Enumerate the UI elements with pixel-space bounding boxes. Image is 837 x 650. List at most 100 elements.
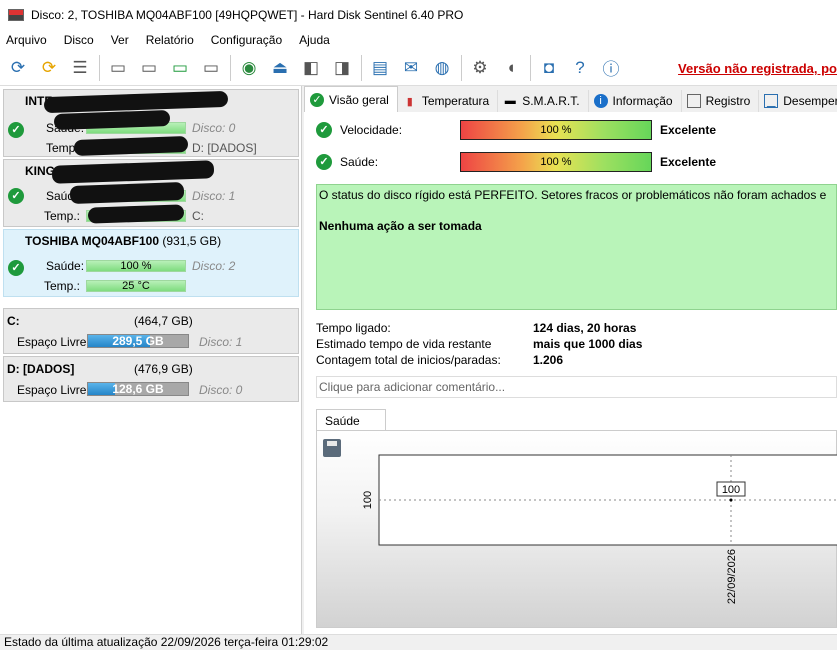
x-tick-label: 22/09/2026 — [726, 549, 738, 604]
status-text: O status do disco rígido está PERFEITO. … — [319, 188, 827, 202]
temp-bar: 25 °C — [86, 280, 186, 292]
disk-search-icon[interactable]: ▭ — [198, 55, 224, 81]
toolbar-separator — [530, 54, 531, 81]
speed-row: ✓ Velocidade: 100 % Excelente — [316, 120, 837, 140]
volume-size: (476,9 GB) — [134, 362, 193, 376]
performance-icon: ▁ — [764, 94, 779, 108]
health-bar: 100 % — [86, 260, 186, 272]
info-value: mais que 1000 dias — [533, 337, 643, 351]
speed-label: Velocidade: — [340, 123, 403, 137]
help-icon[interactable]: ? — [567, 55, 593, 81]
health-label: Saúde: — [340, 155, 379, 169]
data-point — [729, 498, 733, 502]
check-icon: ✓ — [310, 92, 324, 107]
tab-overview[interactable]: ✓ Visão geral — [304, 86, 398, 112]
mail-icon[interactable]: ✉ — [398, 55, 424, 81]
tab-performance[interactable]: ▁ Desemper — [759, 90, 837, 112]
volume-d[interactable]: D: [DADOS] (476,9 GB) Espaço Livre 128,6… — [3, 356, 299, 402]
info-row-power-on: Tempo ligado: 124 dias, 20 horas — [316, 321, 837, 337]
eject-icon[interactable]: ⏏ — [267, 55, 293, 81]
network-disk-icon[interactable]: ◉ — [236, 55, 262, 81]
drive-icon[interactable]: ◧ — [298, 55, 324, 81]
network-icon[interactable]: ◍ — [429, 55, 455, 81]
check-icon: ✓ — [316, 122, 332, 138]
health-meter: 100 % — [460, 152, 652, 172]
disk-list-panel: INTE ✓ Saúde: Disco: 0 Temp.: D: [DADOS]… — [0, 86, 302, 634]
window-title: Disco: 2, TOSHIBA MQ04ABF100 [49HQPQWET]… — [31, 8, 464, 22]
health-verdict: Excelente — [660, 155, 717, 169]
tab-smart[interactable]: ▬ S.M.A.R.T. — [498, 90, 589, 112]
smart-icon: ▬ — [504, 95, 516, 107]
details-panel: ✓ Visão geral ▮ Temperatura ▬ S.M.A.R.T.… — [304, 86, 837, 634]
toolbar-separator — [230, 54, 231, 81]
action-text: Nenhuma ação a ser tomada — [319, 219, 482, 233]
disk-list-icon[interactable]: ☰ — [67, 55, 93, 81]
menu-disco[interactable]: Disco — [64, 33, 94, 47]
info-icon[interactable]: ⓘ — [598, 55, 624, 81]
comment-input[interactable]: Clique para adicionar comentário... — [316, 376, 837, 398]
menu-bar: Arquivo Disco Ver Relatório Configuração… — [0, 30, 837, 50]
menu-arquivo[interactable]: Arquivo — [6, 33, 47, 47]
disk-number: Disco: 1 — [192, 189, 236, 203]
volume-size: (464,7 GB) — [134, 314, 193, 328]
info-row-lifetime: Estimado tempo de vida restante mais que… — [316, 337, 837, 353]
log-icon — [686, 94, 701, 108]
disk-ok-icon[interactable]: ▭ — [167, 55, 193, 81]
volume-disk-number: Disco: 1 — [199, 335, 243, 349]
disk-number: Disco: 0 — [192, 121, 236, 135]
status-textbox[interactable]: O status do disco rígido está PERFEITO. … — [316, 184, 837, 310]
check-icon: ✓ — [316, 154, 332, 170]
disk-card-1[interactable]: KING ✓ Saúde: Disco: 1 Temp.: C: — [3, 159, 299, 227]
speed-meter: 100 % — [460, 120, 652, 140]
redacted-block — [43, 90, 229, 114]
info-value: 124 dias, 20 horas — [533, 321, 637, 335]
menu-ver[interactable]: Ver — [111, 33, 129, 47]
usb-drive-icon[interactable]: ◨ — [329, 55, 355, 81]
info-label: Estimado tempo de vida restante — [316, 337, 492, 351]
health-chart: 100 22/09/2026 100 — [362, 454, 837, 604]
drive-letter: D: [DADOS] — [192, 141, 257, 155]
volume-c[interactable]: C: (464,7 GB) Espaço Livre 289,5 GB Disc… — [3, 308, 299, 354]
disk-test-icon[interactable]: ▭ — [105, 55, 131, 81]
title-bar: Disco: 2, TOSHIBA MQ04ABF100 [49HQPQWET]… — [0, 0, 837, 30]
disk-schedule-icon[interactable]: ▭ — [136, 55, 162, 81]
temp-label: Temp.: — [44, 279, 81, 293]
refresh-warning-icon[interactable]: ⟳ — [36, 55, 62, 81]
gear-icon[interactable]: ⚙ — [467, 55, 493, 81]
data-label: 100 — [722, 484, 740, 496]
disk-card-2[interactable]: TOSHIBA MQ04ABF100 (931,5 GB) ✓ Saúde: 1… — [3, 229, 299, 297]
drive-letter: C: — [192, 209, 204, 223]
menu-relatorio[interactable]: Relatório — [146, 33, 194, 47]
unregistered-version-link[interactable]: Versão não registrada, po — [678, 61, 837, 76]
refresh-icon[interactable]: ⟳ — [5, 55, 31, 81]
info-label: Contagem total de inicios/paradas: — [316, 353, 501, 367]
check-icon: ✓ — [8, 260, 24, 276]
free-space-value: 128,6 GB — [112, 382, 164, 396]
tab-temperature[interactable]: ▮ Temperatura — [398, 90, 499, 112]
tab-log[interactable]: Registro — [682, 90, 760, 112]
volume-name: C: — [7, 314, 20, 328]
y-tick-label: 100 — [362, 491, 374, 509]
info-label: Tempo ligado: — [316, 321, 391, 335]
camera-icon[interactable]: ◘ — [536, 55, 562, 81]
temp-label: Temp.: — [44, 209, 81, 223]
disk-card-0[interactable]: INTE ✓ Saúde: Disco: 0 Temp.: D: [DADOS] — [3, 89, 299, 157]
overview-pane: ✓ Velocidade: 100 % Excelente ✓ Saúde: 1… — [304, 112, 837, 634]
health-label: Saúde: — [46, 259, 85, 273]
thermometer-icon: ▮ — [406, 95, 413, 108]
info-icon: i — [593, 94, 608, 108]
toolbar-separator — [361, 54, 362, 81]
tab-health-chart[interactable]: Saúde (%) — [316, 409, 386, 442]
toolbar-separator — [99, 54, 100, 81]
tab-information[interactable]: i Informação — [589, 90, 682, 112]
notepad-icon[interactable]: ▤ — [367, 55, 393, 81]
toolbar-separator — [461, 54, 462, 81]
sound-icon[interactable]: ◖ — [498, 55, 524, 81]
redacted-block — [87, 204, 185, 224]
speed-verdict: Excelente — [660, 123, 717, 137]
menu-ajuda[interactable]: Ajuda — [299, 33, 330, 47]
menu-configuracao[interactable]: Configuração — [211, 33, 282, 47]
disk-title: TOSHIBA MQ04ABF100 (931,5 GB) — [25, 234, 222, 248]
volume-name: D: [DADOS] — [7, 362, 75, 376]
info-row-start-stop: Contagem total de inicios/paradas: 1.206 — [316, 353, 837, 369]
